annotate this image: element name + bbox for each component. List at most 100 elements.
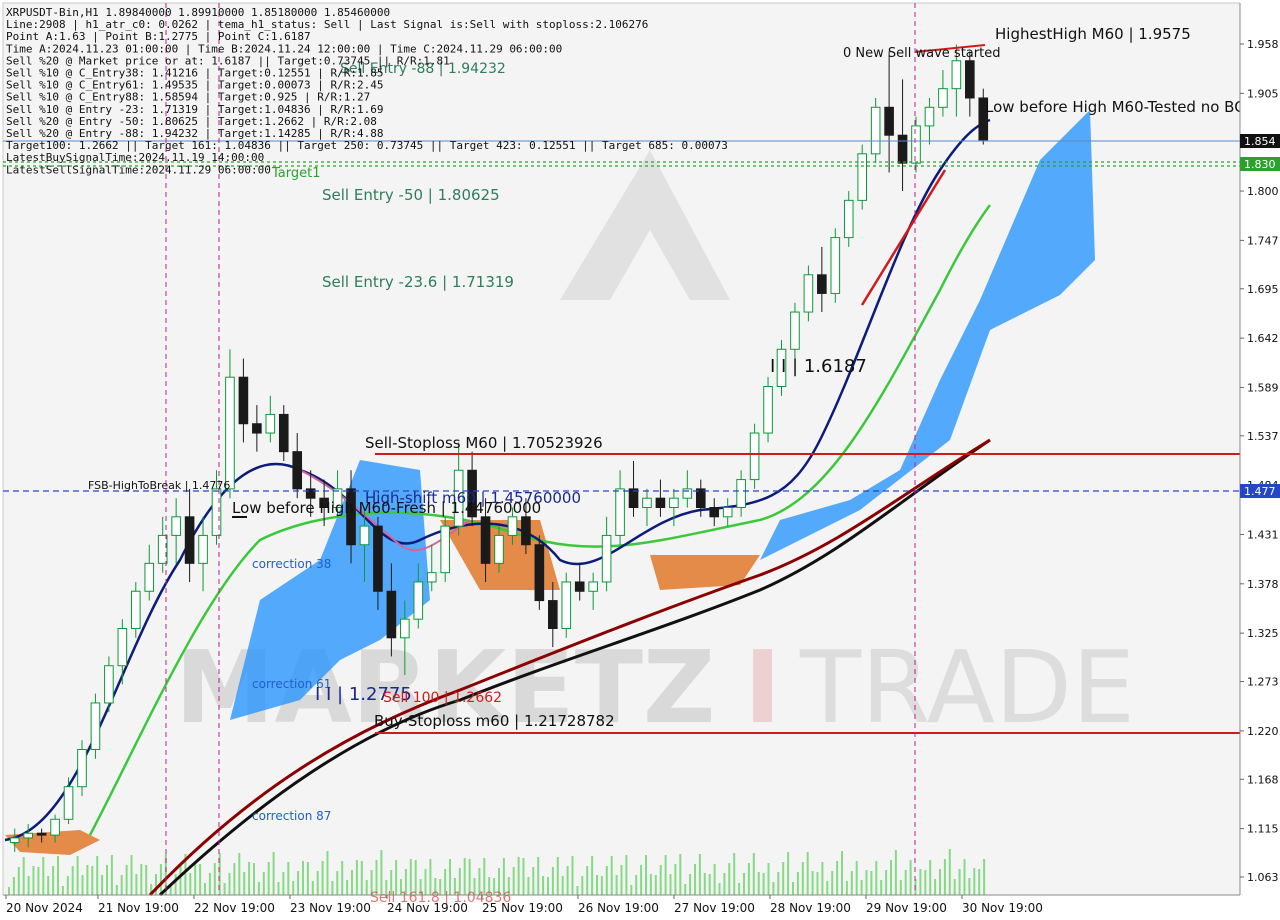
volume-bar: [865, 870, 868, 895]
info-line: Sell %20 @ Entry -50: 1.80625 | Target:1…: [6, 115, 377, 128]
x-tick-label: 26 Nov 19:00: [578, 901, 659, 915]
y-tick-label: 1.063: [1247, 871, 1279, 884]
candle-body: [615, 488, 625, 536]
volume-bar: [542, 876, 545, 895]
volume-bar: [713, 864, 716, 895]
symbol-line: XRPUSDT-Bin,H1 1.89840000 1.89910000 1.8…: [6, 6, 390, 19]
volume-bar: [125, 865, 128, 895]
candle-body: [642, 497, 652, 509]
volume-bar: [213, 863, 216, 895]
volume-bar: [698, 854, 701, 895]
candle-body: [400, 618, 410, 639]
volume-bar: [57, 856, 59, 895]
candle-body: [655, 497, 666, 509]
volume-bar: [512, 867, 515, 895]
volume-bar: [645, 855, 647, 895]
volume-bar: [267, 862, 270, 895]
volume-bar: [733, 853, 736, 895]
volume-bar: [527, 877, 530, 895]
candle-body: [9, 837, 20, 844]
volume-bar: [257, 882, 260, 895]
volume-bar: [939, 869, 941, 895]
volume-bar: [581, 876, 584, 895]
volume-bar: [728, 863, 731, 895]
candle-body: [211, 488, 222, 536]
volume-bar: [282, 872, 285, 895]
x-tick-label: 24 Nov 19:00: [387, 901, 468, 915]
volume-bar: [537, 857, 540, 895]
volume-bar: [978, 869, 981, 895]
highest-high-label: HighestHigh M60 | 1.9575: [995, 25, 1191, 43]
x-tick-label: 20 Nov 2024: [6, 901, 83, 915]
volume-bar: [684, 884, 687, 895]
volume-bar: [272, 852, 275, 895]
price-chart[interactable]: MARKETZ I TRADE HighestHigh M60 | 1.9575…: [0, 0, 1280, 920]
volume-bar: [610, 856, 613, 895]
y-tick-label: 1.958: [1247, 38, 1279, 51]
volume-bar: [22, 857, 25, 895]
candle-body: [198, 534, 208, 564]
price-axis: 1.9581.9051.8531.8001.7471.6951.6421.589…: [1239, 0, 1280, 920]
candle-body: [534, 544, 545, 602]
candle-body: [305, 488, 316, 499]
volume-bar: [669, 874, 672, 895]
volume-bar: [826, 881, 829, 895]
volume-bar: [640, 865, 643, 895]
volume-bar: [821, 862, 824, 895]
volume-bar: [703, 873, 706, 895]
volume-bar: [199, 864, 202, 895]
candle-body: [669, 497, 679, 509]
volume-bar: [738, 883, 741, 895]
candle-body: [238, 376, 249, 425]
y-tick-label: 1.800: [1247, 185, 1279, 198]
volume-bar: [880, 880, 883, 895]
volume-bar: [777, 872, 780, 895]
candle-body: [36, 832, 47, 836]
volume-bar: [96, 856, 99, 895]
candle-body: [480, 516, 491, 564]
candle-body: [507, 516, 518, 536]
volume-bar: [86, 865, 89, 895]
volume-bar: [596, 875, 598, 895]
chart-root: MARKETZ I TRADE HighestHigh M60 | 1.9575…: [0, 0, 1280, 920]
candle-body: [117, 627, 128, 667]
volume-bar: [321, 861, 324, 895]
candle-body: [561, 581, 572, 629]
candle-body: [494, 534, 504, 564]
volume-bar: [238, 853, 241, 895]
volume-bar: [145, 865, 148, 895]
volume-bar: [101, 875, 104, 895]
candle-body: [413, 581, 424, 620]
candle-body: [790, 311, 800, 350]
volume-bar: [890, 860, 892, 895]
candle-body: [763, 386, 773, 434]
y-tick-label: 1.115: [1247, 823, 1279, 836]
candle-body: [965, 60, 975, 99]
candle-body: [817, 274, 827, 294]
volume-bar: [262, 872, 265, 895]
candle-body: [830, 237, 841, 294]
volume-bar: [787, 852, 790, 895]
info-line: LatestBuySignalTime:2024.11.19 14:00:00: [6, 151, 264, 164]
info-line: Point A:1.63 | Point B:1.2775 | Point C:…: [6, 30, 311, 43]
volume-bar: [943, 859, 946, 895]
candle-body: [77, 748, 87, 788]
volume-bar: [816, 872, 819, 895]
volume-bar: [91, 866, 94, 895]
volume-bar: [302, 861, 304, 895]
volume-bar: [115, 885, 118, 895]
volume-bar: [517, 857, 520, 895]
candle-body: [601, 534, 612, 583]
volume-bar: [17, 867, 20, 895]
watermark-text-right: TRADE: [799, 629, 1135, 746]
volume-bar: [958, 869, 961, 895]
volume-bar: [566, 866, 569, 895]
x-tick-label: 22 Nov 19:00: [194, 901, 275, 915]
volume-bar: [341, 861, 344, 895]
point-c-label: I I | 1.6187: [770, 356, 867, 377]
y-tick-label: 1.168: [1247, 773, 1279, 786]
candle-body: [50, 818, 60, 836]
volume-bar: [718, 883, 721, 895]
candle-body: [857, 153, 868, 201]
green-price-tag-text: 1.830: [1244, 158, 1276, 171]
